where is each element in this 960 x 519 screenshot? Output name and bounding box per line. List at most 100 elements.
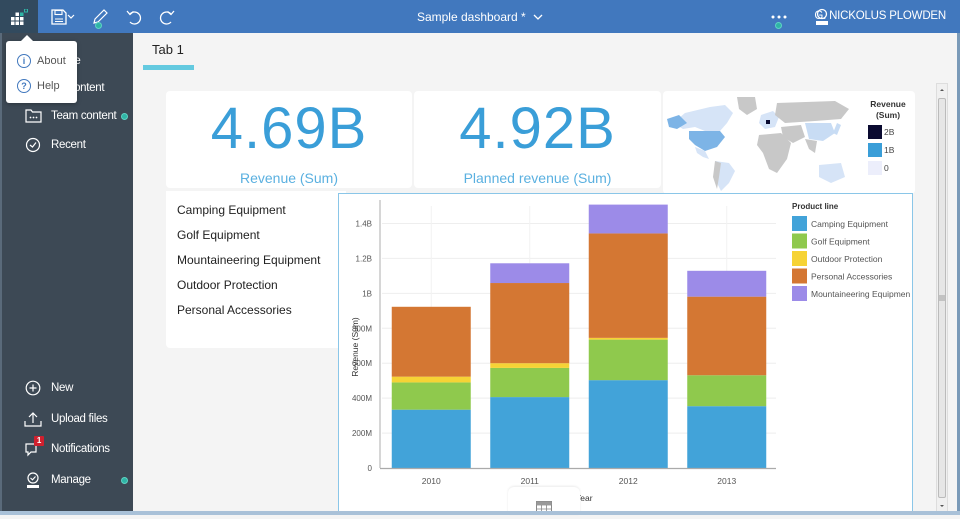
bar-segment[interactable] xyxy=(490,397,570,468)
menu-item-label: Help xyxy=(37,80,60,92)
vertical-scrollbar[interactable] xyxy=(936,83,948,513)
tab-1[interactable]: Tab 1 xyxy=(152,42,184,57)
map-region-south-asia xyxy=(805,139,817,153)
bar-segment[interactable] xyxy=(391,376,471,383)
menu-item-label: About xyxy=(37,55,66,67)
map-region-usa xyxy=(689,131,725,151)
map-legend-item: 2B xyxy=(868,125,894,139)
sidebar-item-label: New xyxy=(51,382,74,394)
map-legend-swatch xyxy=(868,143,882,157)
window-bottom-border xyxy=(0,511,960,515)
chevron-down-icon xyxy=(67,14,75,19)
bar-segment[interactable] xyxy=(391,409,471,468)
undo-icon xyxy=(126,10,142,25)
undo-button[interactable] xyxy=(123,6,145,28)
map-region-highlight xyxy=(766,120,770,124)
legend-label[interactable]: Camping Equipment xyxy=(811,219,889,229)
legend-swatch xyxy=(792,286,807,301)
legend-label[interactable]: Mountaineering Equipmen xyxy=(811,289,911,299)
sidebar-item-label: Recent xyxy=(51,139,86,151)
bar-segment[interactable] xyxy=(391,306,471,377)
bar-segment[interactable] xyxy=(588,204,668,234)
x-tick-label: 2011 xyxy=(521,476,540,486)
more-button[interactable] xyxy=(768,6,790,29)
sidebar-item-recent[interactable]: Recent xyxy=(24,135,86,155)
scrollbar-thumb[interactable] xyxy=(938,98,946,498)
plus-circle-icon xyxy=(24,379,42,397)
bar-segment[interactable] xyxy=(588,380,668,468)
legend-swatch xyxy=(792,216,807,231)
edit-button[interactable] xyxy=(89,6,111,29)
sidebar-item-new[interactable]: New xyxy=(24,378,73,398)
bar-segment[interactable] xyxy=(391,382,471,410)
scroll-up-arrow-icon xyxy=(940,89,944,91)
stacked-bar-chart-card[interactable]: 0 200M 400M 600M 800M 1B 1.2B 1.4B 2010 2011 2012 2… xyxy=(338,193,913,513)
bar-segment[interactable] xyxy=(588,337,668,340)
bar-segment[interactable] xyxy=(490,367,570,398)
save-dropdown-button[interactable] xyxy=(66,6,76,28)
help-icon: ? xyxy=(17,79,31,93)
manage-status-dot xyxy=(121,477,128,484)
dashboard-title-button[interactable]: Sample dashboard * xyxy=(417,10,543,24)
list-item[interactable]: Personal Accessories xyxy=(177,303,292,317)
bar-segment[interactable] xyxy=(490,263,570,284)
map-legend-label: 2B xyxy=(884,127,895,137)
map-legend-label: 1B xyxy=(884,145,895,155)
y-tick-label: 1B xyxy=(362,289,372,298)
bar-segment[interactable] xyxy=(490,363,570,368)
chevron-down-icon xyxy=(533,14,543,20)
notification-badge: 1 xyxy=(34,436,44,446)
legend-label[interactable]: Golf Equipment xyxy=(811,237,870,247)
kpi-label: Revenue (Sum) xyxy=(239,170,339,186)
legend-label[interactable]: Outdoor Protection xyxy=(811,254,883,264)
bar-segment[interactable] xyxy=(687,406,767,468)
legend-title: Product line xyxy=(792,202,839,211)
sidebar-item-label: Manage xyxy=(51,474,91,486)
kpi-value: 4.92B xyxy=(459,96,616,161)
app-logo-icon xyxy=(11,8,28,25)
map-region-china xyxy=(805,123,835,141)
map-card[interactable]: Revenue (Sum) 2B 1B 0 xyxy=(663,91,915,194)
more-status-dot xyxy=(775,22,782,29)
x-tick-label: 2010 xyxy=(422,476,441,486)
y-tick-label: 0 xyxy=(368,464,373,473)
map-legend-label: 0 xyxy=(884,163,889,173)
y-tick-label: 400M xyxy=(352,394,372,403)
list-item[interactable]: Outdoor Protection xyxy=(177,278,278,292)
map-legend-item: 0 xyxy=(868,161,889,175)
x-tick-label: 2012 xyxy=(619,476,638,486)
bar-segment[interactable] xyxy=(687,296,767,376)
notifications-icon: 1 xyxy=(24,436,44,458)
redo-button[interactable] xyxy=(156,6,178,28)
legend-label[interactable]: Personal Accessories xyxy=(811,272,892,282)
bar-segment[interactable] xyxy=(687,375,767,407)
menu-item-about[interactable]: i About xyxy=(17,52,66,70)
legend-swatch xyxy=(792,233,807,249)
scroll-down-arrow-icon xyxy=(940,505,944,507)
sidebar-item-manage[interactable]: Manage xyxy=(24,470,91,490)
sidebar-item-notifications[interactable]: 1 Notifications xyxy=(24,436,110,459)
kpi-card-revenue[interactable]: 4.69B Revenue (Sum) xyxy=(166,91,412,188)
redo-icon xyxy=(159,10,175,25)
x-tick-label: 2013 xyxy=(717,476,736,486)
kpi-value: 4.69B xyxy=(210,96,368,161)
list-item[interactable]: Camping Equipment xyxy=(177,203,286,217)
map-region-japan xyxy=(833,123,841,135)
y-tick-label: 1.2B xyxy=(356,254,372,263)
sidebar-item-upload-files[interactable]: Upload files xyxy=(24,409,108,429)
bar-segment[interactable] xyxy=(490,283,570,364)
list-item[interactable]: Mountaineering Equipment xyxy=(177,253,320,267)
kpi-card-planned-revenue[interactable]: 4.92B Planned revenue (Sum) xyxy=(414,91,661,188)
sidebar: Home My content Team content Recent New … xyxy=(0,33,133,515)
bar-segment[interactable] xyxy=(588,339,668,381)
bar-segment[interactable] xyxy=(687,270,767,297)
sidebar-item-team-content[interactable]: Team content xyxy=(24,106,117,126)
app-logo-button[interactable] xyxy=(0,0,38,33)
menu-item-help[interactable]: ? Help xyxy=(17,77,60,95)
user-name[interactable]: G. NICKOLUS PLOWDEN xyxy=(814,10,946,22)
y-tick-label: 1.4B xyxy=(356,219,372,228)
bar-segment[interactable] xyxy=(588,233,668,338)
map-region-africa xyxy=(757,133,791,173)
map-legend-swatch xyxy=(868,161,882,175)
list-item[interactable]: Golf Equipment xyxy=(177,228,260,242)
